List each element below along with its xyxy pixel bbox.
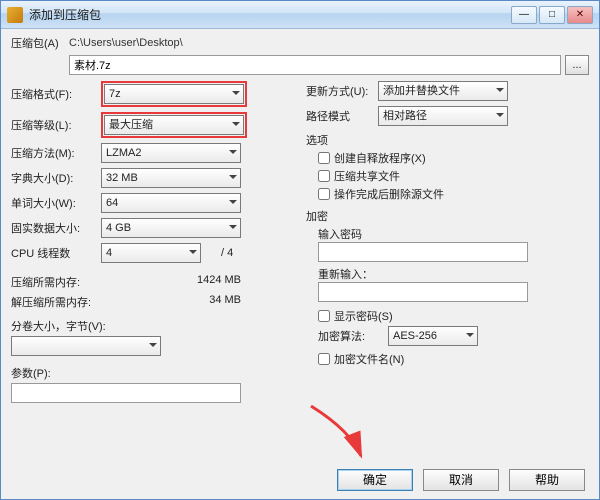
- solid-select[interactable]: 4 GB: [101, 218, 241, 238]
- help-button[interactable]: 帮助: [509, 469, 585, 491]
- threads-select[interactable]: 4: [101, 243, 201, 263]
- pathmode-label: 路径模式: [306, 108, 378, 124]
- archive-label: 压缩包(A): [11, 35, 69, 51]
- archive-dir: C:\Users\user\Desktop\: [69, 37, 183, 49]
- password-input[interactable]: [318, 242, 528, 262]
- pw2-label: 重新输入：: [318, 266, 589, 282]
- update-select[interactable]: 添加并替换文件: [378, 81, 508, 101]
- algo-label: 加密算法:: [318, 328, 388, 344]
- mem-comp-label: 压缩所需内存:: [11, 274, 80, 290]
- pw1-label: 输入密码: [318, 226, 589, 242]
- level-label: 压缩等级(L):: [11, 117, 101, 133]
- right-column: 更新方式(U): 添加并替换文件 路径模式 相对路径 选项 创建自释放程序(X)…: [306, 81, 589, 403]
- left-column: 压缩格式(F): 7z 压缩等级(L): 最大压缩 压缩方法(M): LZMA2: [11, 81, 294, 403]
- dict-select[interactable]: 32 MB: [101, 168, 241, 188]
- window-title: 添加到压缩包: [29, 6, 101, 23]
- params-label: 参数(P):: [11, 365, 294, 381]
- browse-button[interactable]: ...: [565, 55, 589, 75]
- delete-checkbox[interactable]: 操作完成后删除源文件: [318, 186, 589, 202]
- ok-button[interactable]: 确定: [337, 469, 413, 491]
- highlight-format: 7z: [101, 81, 247, 107]
- share-checkbox[interactable]: 压缩共享文件: [318, 168, 589, 184]
- threads-max: / 4: [221, 247, 233, 259]
- algo-select[interactable]: AES-256: [388, 326, 478, 346]
- split-select[interactable]: [11, 336, 161, 356]
- showpw-checkbox[interactable]: 显示密码(S): [318, 308, 589, 324]
- dict-label: 字典大小(D):: [11, 170, 101, 186]
- maximize-button[interactable]: □: [539, 6, 565, 24]
- app-icon: [7, 7, 23, 23]
- mem-comp-value: 1424 MB: [197, 274, 241, 290]
- split-label: 分卷大小，字节(V):: [11, 318, 294, 334]
- level-select[interactable]: 最大压缩: [104, 115, 244, 135]
- dialog-window: 添加到压缩包 — □ ✕ 压缩包(A) C:\Users\user\Deskto…: [0, 0, 600, 500]
- encrypt-group-title: 加密: [306, 208, 589, 224]
- minimize-button[interactable]: —: [511, 6, 537, 24]
- method-label: 压缩方法(M):: [11, 145, 101, 161]
- pathmode-select[interactable]: 相对路径: [378, 106, 508, 126]
- close-button[interactable]: ✕: [567, 6, 593, 24]
- format-label: 压缩格式(F):: [11, 86, 101, 102]
- mem-decomp-label: 解压缩所需内存:: [11, 294, 91, 310]
- format-select[interactable]: 7z: [104, 84, 244, 104]
- dialog-content: 压缩包(A) C:\Users\user\Desktop\ ... 压缩格式(F…: [1, 29, 599, 407]
- method-select[interactable]: LZMA2: [101, 143, 241, 163]
- encnames-checkbox[interactable]: 加密文件名(N): [318, 351, 589, 367]
- password-confirm-input[interactable]: [318, 282, 528, 302]
- word-label: 单词大小(W):: [11, 195, 101, 211]
- mem-decomp-value: 34 MB: [209, 294, 241, 310]
- options-group-title: 选项: [306, 132, 589, 148]
- sfx-checkbox[interactable]: 创建自释放程序(X): [318, 150, 589, 166]
- cancel-button[interactable]: 取消: [423, 469, 499, 491]
- solid-label: 固实数据大小:: [11, 220, 101, 236]
- update-label: 更新方式(U):: [306, 83, 378, 99]
- titlebar[interactable]: 添加到压缩包 — □ ✕: [1, 1, 599, 29]
- word-select[interactable]: 64: [101, 193, 241, 213]
- button-bar: 确定 取消 帮助: [337, 469, 585, 491]
- params-input[interactable]: [11, 383, 241, 403]
- threads-label: CPU 线程数: [11, 245, 101, 261]
- annotation-arrow: [301, 401, 421, 471]
- highlight-level: 最大压缩: [101, 112, 247, 138]
- archive-name-input[interactable]: [69, 55, 561, 75]
